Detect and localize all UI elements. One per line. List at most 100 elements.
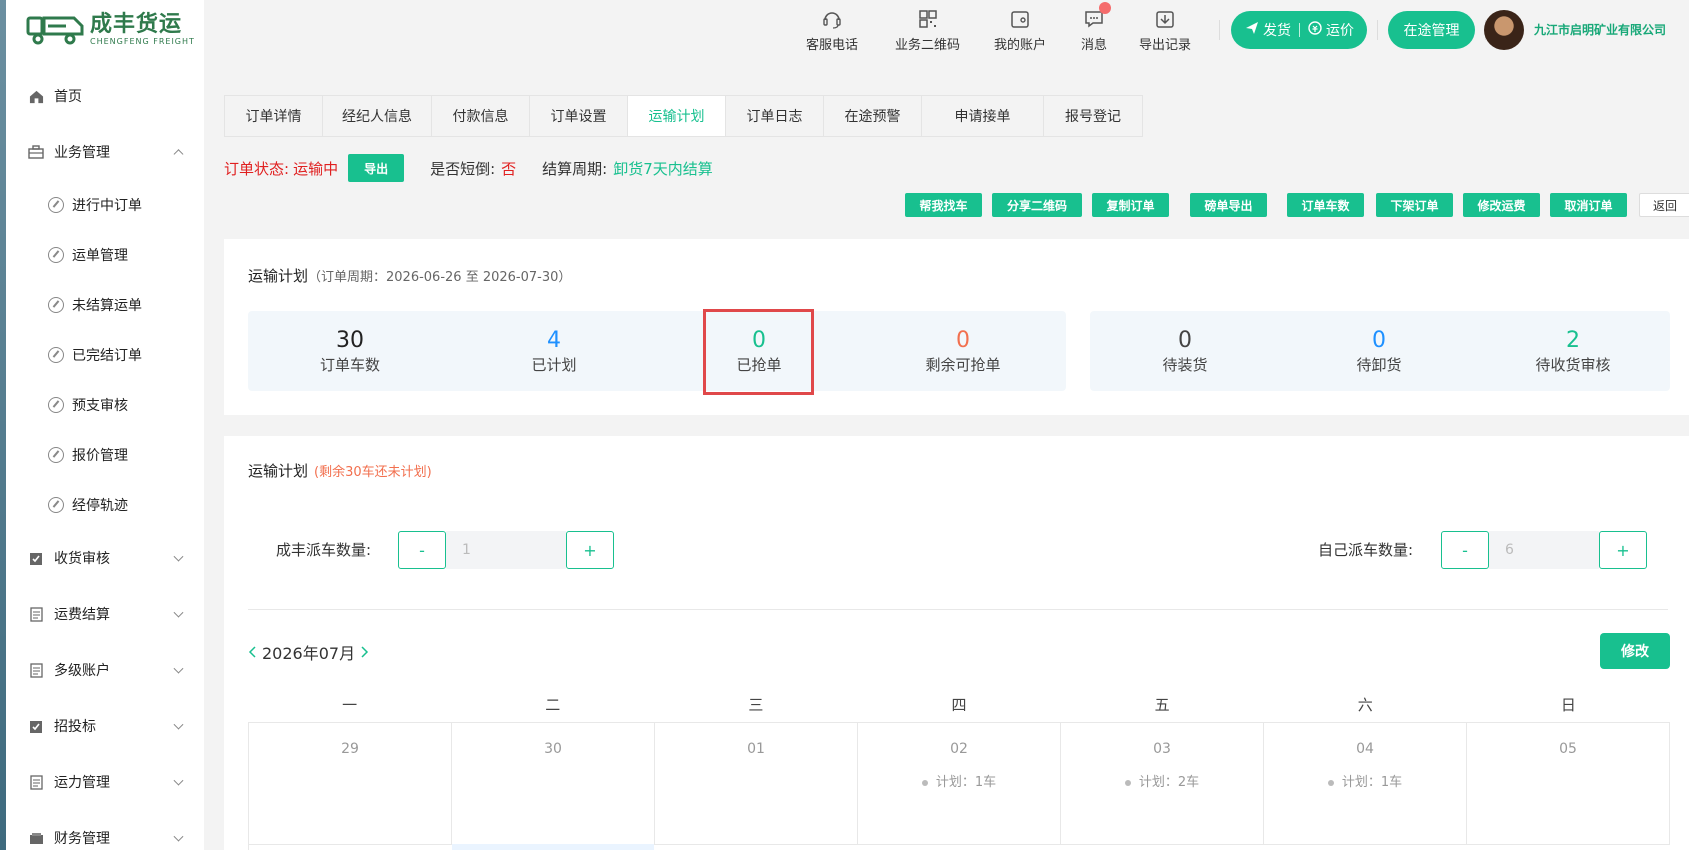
ship-price-pill[interactable]: 发货 运价 <box>1231 11 1367 49</box>
business-qrcode-button[interactable]: 业务二维码 <box>895 8 960 53</box>
day-plan: 计划：1车 <box>858 771 1060 790</box>
compass-icon <box>48 447 64 463</box>
stat-remaining-grab[interactable]: 0 剩余可抢单 <box>883 328 1043 376</box>
find-car-button[interactable]: 帮我找车 <box>905 193 982 217</box>
sidebar-item-freight-settlement[interactable]: 运费结算 <box>0 586 204 642</box>
tab-transport-plan[interactable]: 运输计划 <box>628 96 726 136</box>
weigh-bill-export-button[interactable]: 磅单导出 <box>1190 193 1267 217</box>
brand-logo[interactable]: 成丰货运 CHENGFENG FREIGHT <box>26 12 195 46</box>
tab-payment-info[interactable]: 付款信息 <box>432 96 530 136</box>
tab-order-details[interactable]: 订单详情 <box>225 96 323 136</box>
stat-label: 订单车数 <box>319 356 380 374</box>
sidebar-item-bidding[interactable]: 招投标 <box>0 698 204 754</box>
sidebar-item-label: 招投标 <box>54 719 96 735</box>
edit-plan-button[interactable]: 修改 <box>1600 633 1670 669</box>
sidebar-subitem-ongoing[interactable]: 进行中订单 <box>0 180 204 230</box>
customer-service-button[interactable]: 客服电话 <box>806 8 858 53</box>
next-week-row-hint <box>452 844 654 850</box>
avatar[interactable] <box>1484 10 1524 50</box>
stat-planned[interactable]: 4 已计划 <box>474 328 634 376</box>
check-doc-icon <box>28 550 44 566</box>
header-divider <box>1219 20 1220 40</box>
sidebar-item-label: 首页 <box>54 89 82 105</box>
calendar-day[interactable]: 05 <box>1467 723 1670 845</box>
sidebar-item-label: 财务管理 <box>54 831 110 847</box>
modify-freight-button[interactable]: 修改运费 <box>1463 193 1540 217</box>
messages-button[interactable]: 消息 <box>1081 2 1111 53</box>
tab-apply-accept[interactable]: 申请接单 <box>922 96 1044 136</box>
tab-broker-info[interactable]: 经纪人信息 <box>323 96 432 136</box>
tab-transit-warning[interactable]: 在途预警 <box>824 96 922 136</box>
sidebar-item-capacity[interactable]: 运力管理 <box>0 754 204 810</box>
sidebar-item-business[interactable]: 业务管理 <box>0 124 204 180</box>
header-divider <box>1377 20 1378 40</box>
next-month-icon[interactable] <box>361 643 369 662</box>
transit-management-button[interactable]: 在途管理 <box>1388 11 1475 49</box>
order-status-line: 订单状态: 运输中 导出 是否短倒: 否 结算周期: 卸货7天内结算 <box>224 154 713 182</box>
order-period: （订单周期：2026-06-26 至 2026-07-30） <box>308 270 572 285</box>
sidebar-subitem-track[interactable]: 经停轨迹 <box>0 480 204 530</box>
sidebar-subitem-unsettled[interactable]: 未结算运单 <box>0 280 204 330</box>
order-car-count-button[interactable]: 订单车数 <box>1287 193 1364 217</box>
back-button[interactable]: 返回 <box>1639 193 1689 217</box>
calendar-day[interactable]: 29 <box>249 723 452 845</box>
home-icon <box>28 88 44 104</box>
tab-number-registration[interactable]: 报号登记 <box>1044 96 1142 136</box>
sidebar-menu: 首页 业务管理 进行中订单 运单管理 未结算运单 已完结订单 预支审核 报价管理… <box>0 68 204 850</box>
delist-order-button[interactable]: 下架订单 <box>1376 193 1453 217</box>
stat-order-cars[interactable]: 30 订单车数 <box>270 328 430 376</box>
stat-to-load[interactable]: 0 待装货 <box>1105 328 1265 376</box>
calendar-day[interactable]: 30 <box>452 723 655 845</box>
tab-order-settings[interactable]: 订单设置 <box>530 96 628 136</box>
headset-icon <box>823 12 841 29</box>
sidebar-subitem-label: 预支审核 <box>72 398 128 414</box>
calendar-day[interactable]: 01 <box>655 723 858 845</box>
sidebar-item-label: 业务管理 <box>54 145 110 161</box>
share-qrcode-button[interactable]: 分享二维码 <box>992 193 1082 217</box>
stat-label: 待收货审核 <box>1535 356 1611 374</box>
calendar-day[interactable]: 04 计划：1车 <box>1264 723 1467 845</box>
copy-order-button[interactable]: 复制订单 <box>1092 193 1169 217</box>
check-doc-icon <box>28 718 44 734</box>
sidebar-item-finance[interactable]: 财务管理 <box>0 810 204 850</box>
cf-minus-button[interactable]: - <box>398 531 446 569</box>
calendar-day[interactable]: 02 计划：1车 <box>858 723 1061 845</box>
wallet-icon <box>28 830 44 846</box>
sidebar-subitem-advance[interactable]: 预支审核 <box>0 380 204 430</box>
tool-label: 客服电话 <box>806 38 859 53</box>
sidebar-subitem-completed[interactable]: 已完结订单 <box>0 330 204 380</box>
sidebar-item-multi-account[interactable]: 多级账户 <box>0 642 204 698</box>
price-button[interactable]: 运价 <box>1326 20 1354 40</box>
company-name[interactable]: 九江市启明矿业有限公司 <box>1534 21 1666 38</box>
weekday-label: 一 <box>342 696 358 714</box>
stat-receipt-review[interactable]: 2 待收货审核 <box>1493 328 1653 376</box>
cf-plus-button[interactable]: + <box>566 531 614 569</box>
self-minus-button[interactable]: - <box>1441 531 1489 569</box>
stat-to-unload[interactable]: 0 待卸货 <box>1299 328 1459 376</box>
prev-month-icon[interactable] <box>248 643 256 662</box>
cf-dispatch-input[interactable]: 1 <box>446 531 566 569</box>
sidebar-subitem-waybill[interactable]: 运单管理 <box>0 230 204 280</box>
calendar-day[interactable]: 03 计划：2车 <box>1061 723 1264 845</box>
sidebar-item-home[interactable]: 首页 <box>0 68 204 124</box>
stat-label: 剩余可抢单 <box>925 356 1001 374</box>
notification-badge <box>1099 2 1111 14</box>
export-button[interactable]: 导出 <box>348 154 405 182</box>
self-dispatch-input[interactable]: 6 <box>1489 531 1599 569</box>
my-account-button[interactable]: 我的账户 <box>994 8 1046 53</box>
export-records-button[interactable]: 导出记录 <box>1139 8 1191 53</box>
day-number: 04 <box>1356 741 1374 757</box>
weekday-label: 日 <box>1560 696 1576 714</box>
tab-order-log[interactable]: 订单日志 <box>726 96 824 136</box>
cancel-order-button[interactable]: 取消订单 <box>1550 193 1627 217</box>
chevron-down-icon <box>173 663 184 674</box>
sidebar-subitem-quote[interactable]: 报价管理 <box>0 430 204 480</box>
tool-label: 导出记录 <box>1139 38 1192 53</box>
day-number: 29 <box>341 741 359 757</box>
self-plus-button[interactable]: + <box>1599 531 1647 569</box>
ship-button[interactable]: 发货 <box>1263 20 1291 40</box>
settlement-cycle-label: 结算周期: <box>542 159 608 178</box>
highlight-box <box>703 309 814 395</box>
stat-value: 0 <box>1178 328 1192 353</box>
sidebar-item-receipt-review[interactable]: 收货审核 <box>0 530 204 586</box>
